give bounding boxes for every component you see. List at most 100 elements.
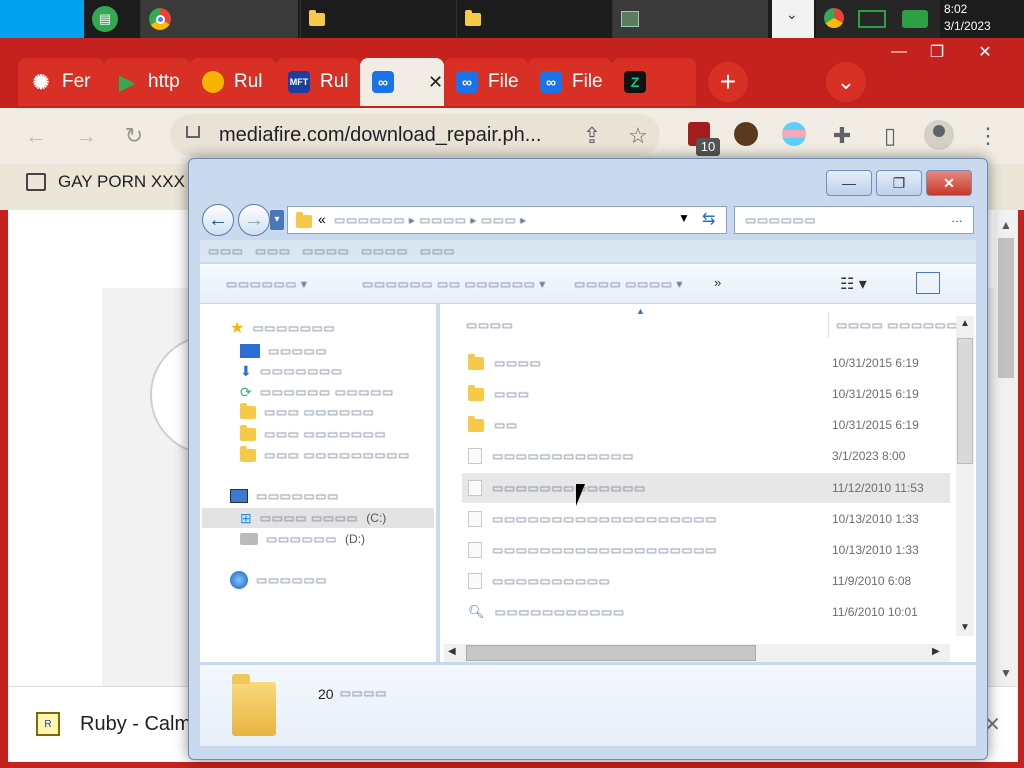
arrow-left-icon: ← [25,123,47,148]
extensions-button[interactable]: ✚ [826,120,858,152]
tab-4[interactable]: MFT Rul [276,58,360,106]
side-panel-button[interactable]: ▯ [874,120,906,152]
nav-item-computer[interactable]: ▭▭▭▭▭▭▭ [230,486,347,506]
tab-2[interactable]: ▶ http [104,58,190,106]
overflow-button[interactable]: » [714,275,721,290]
url-text[interactable]: mediafire.com/download_repair.ph... [219,124,541,147]
tab-5-active[interactable]: ∞ ✕ [360,58,444,106]
breadcrumb-overflow[interactable]: « [318,211,326,227]
explorer-close-button[interactable]: ✕ [926,170,972,196]
chrome-tray-icon[interactable] [824,8,844,28]
browser-maximize-button[interactable]: ❐ [920,40,954,64]
nav-item-network[interactable]: ▭▭▭▭▭▭ [230,570,335,590]
preview-pane-icon[interactable] [916,272,940,294]
taskbar-item-sheets[interactable]: ▤ [84,0,140,38]
sort-ascending-icon: ▲ [636,306,645,316]
column-divider[interactable] [828,312,829,338]
address-bar[interactable]: « ▭▭▭▭▭▭ ▸ ▭▭▭▭ ▸ ▭▭▭ ▸ ▼ ⇆ [287,206,727,234]
scroll-up-icon[interactable]: ▲ [1000,218,1012,232]
forward-button[interactable]: → [70,120,102,152]
file-row-hovered[interactable]: ▭▭▭▭▭▭▭▭▭▭▭▭▭ 11/12/2010 11:53 [462,473,950,503]
file-row[interactable]: ▭▭▭▭▭▭▭▭▭▭▭▭▭▭▭▭▭▭▭ 10/13/2010 1:33 [462,535,950,565]
chrome-icon [149,8,171,30]
scroll-left-icon[interactable]: ◀ [448,646,456,657]
computer-icon [26,173,46,191]
command-include[interactable]: ▭▭▭▭▭▭ ▭▭ ▭▭▭▭▭▭ ▾ [362,277,546,291]
scroll-right-icon[interactable]: ▶ [932,646,940,657]
nav-item-folder-2[interactable]: ▭▭▭ ▭▭▭▭▭▭▭ [240,424,394,444]
tab-1[interactable]: ✺ Fer [18,58,104,106]
column-header-date[interactable]: ▭▭▭▭ ▭▭▭▭▭▭▭ [836,316,970,334]
command-organize[interactable]: ▭▭▭▭▭▭ ▾ [226,277,307,291]
flag-extension-icon[interactable] [782,122,806,146]
page-scrollbar-thumb[interactable] [998,238,1014,378]
bookmark-item[interactable]: GAY PORN XXX [26,172,185,192]
nav-item-favorites[interactable]: ★ ▭▭▭▭▭▭▭ [230,318,343,338]
file-list-scrollbar-thumb[interactable] [957,338,973,464]
recent-locations-dropdown[interactable]: ▾ [270,210,284,230]
nav-item-folder-3[interactable]: ▭▭▭ ▭▭▭▭▭▭▭▭▭ [240,445,418,465]
nav-item-drive-c[interactable]: ⊞ ▭▭▭▭ ▭▭▭▭ (C:) [240,508,386,528]
phone-tray-icon[interactable] [902,10,928,28]
explorer-search-input[interactable]: ▭▭▭▭▭▭ … [734,206,974,234]
reload-button[interactable]: ↻ [118,120,150,152]
folder-icon [468,415,484,432]
new-tab-button[interactable]: + [708,62,748,102]
browser-close-button[interactable]: ✕ [968,40,1002,64]
taskbar-item-chrome[interactable] [140,0,298,38]
tab-7[interactable]: ∞ File [528,58,612,106]
breadcrumb[interactable]: ▭▭▭▭▭▭ ▸ ▭▭▭▭ ▸ ▭▭▭ ▸ [334,213,527,227]
clock[interactable]: 8:02 3/1/2023 [944,1,1018,35]
view-options-icon[interactable]: ☷ ▾ [840,274,867,294]
file-row[interactable]: ▭▭ 10/31/2015 6:19 [462,410,950,440]
file-list-hscrollbar-thumb[interactable] [466,645,756,661]
nav-item-downloads[interactable]: ⬇ ▭▭▭▭▭▭▭ [240,361,351,381]
scroll-up-icon[interactable]: ▲ [960,318,970,329]
file-row[interactable]: ▭▭▭▭ 10/31/2015 6:19 [462,348,950,378]
file-row[interactable]: ▭▭▭▭▭▭▭▭▭▭▭▭▭▭▭▭▭▭▭ 10/13/2010 1:33 [462,504,950,534]
back-button[interactable]: ← [20,120,52,152]
taskbar-item-terminal[interactable] [612,0,768,38]
tab-8[interactable]: Z [612,58,696,106]
tab-search-button[interactable]: ⌄ [826,62,866,102]
taskbar-item-folder-1[interactable] [300,0,454,38]
share-button[interactable]: ⇪ [576,120,608,152]
explorer-maximize-button[interactable]: ❐ [876,170,922,196]
nav-item-desktop[interactable]: ▭▭▭▭▭ [240,341,335,361]
chrome-menu-button[interactable]: ⋮ [972,120,1004,152]
nav-item-folder-1[interactable]: ▭▭▭ ▭▭▭▭▭▭ [240,402,382,422]
browser-minimize-button[interactable]: — [882,40,916,64]
file-row[interactable]: ▭▭▭ 10/31/2015 6:19 [462,379,950,409]
close-tab-icon[interactable]: ✕ [428,72,443,93]
explorer-minimize-button[interactable]: — [826,170,872,196]
nav-item-recent-places[interactable]: ⟳ ▭▭▭▭▭▭ ▭▭▭▭▭ [240,382,402,402]
menu-items[interactable]: ▭▭▭ ▭▭▭ ▭▭▭▭ ▭▭▭▭ ▭▭▭ [208,244,455,258]
file-row[interactable]: ▭▭▭▭▭▭▭▭▭▭ 11/9/2010 6:08 [462,566,950,596]
explorer-forward-button[interactable]: → [238,204,270,236]
share-icon: ⇪ [582,123,602,148]
screen-tray-icon[interactable] [858,10,886,28]
avatar-extension-icon[interactable] [734,122,758,146]
scroll-down-icon[interactable]: ▼ [1000,666,1012,680]
column-header-name[interactable]: ▭▭▭▭ [466,316,513,334]
profile-button[interactable] [924,120,954,150]
nav-item-drive-d[interactable]: ▭▭▭▭▭▭ (D:) [240,529,365,549]
lock-icon[interactable] [186,126,200,138]
start-area[interactable] [0,0,84,38]
tab-6[interactable]: ∞ File [444,58,528,106]
command-share[interactable]: ▭▭▭▭ ▭▭▭▭ ▾ [574,277,683,291]
file-row[interactable]: 🔍︎ ▭▭▭▭▭▭▭▭▭▭▭ 11/6/2010 10:01 [462,597,950,627]
scroll-down-icon[interactable]: ▼ [960,622,970,633]
file-date: 11/6/2010 10:01 [832,605,918,619]
file-date: 10/13/2010 1:33 [832,543,919,557]
refresh-icon[interactable]: ⇆ [702,209,715,229]
taskbar-item-folder-2[interactable] [456,0,610,38]
star-icon: ★ [230,320,245,337]
bookmark-star-button[interactable]: ☆ [622,120,654,152]
file-row[interactable]: ▭▭▭▭▭▭▭▭▭▭▭▭ 3/1/2023 8:00 [462,441,950,471]
download-item[interactable]: R Ruby - Calm [36,712,191,736]
tab-3[interactable]: Rul [190,58,276,106]
tray-overflow[interactable]: ⌄ [772,0,814,38]
chevron-down-icon[interactable]: ▼ [678,211,690,225]
explorer-back-button[interactable]: ← [202,204,234,236]
